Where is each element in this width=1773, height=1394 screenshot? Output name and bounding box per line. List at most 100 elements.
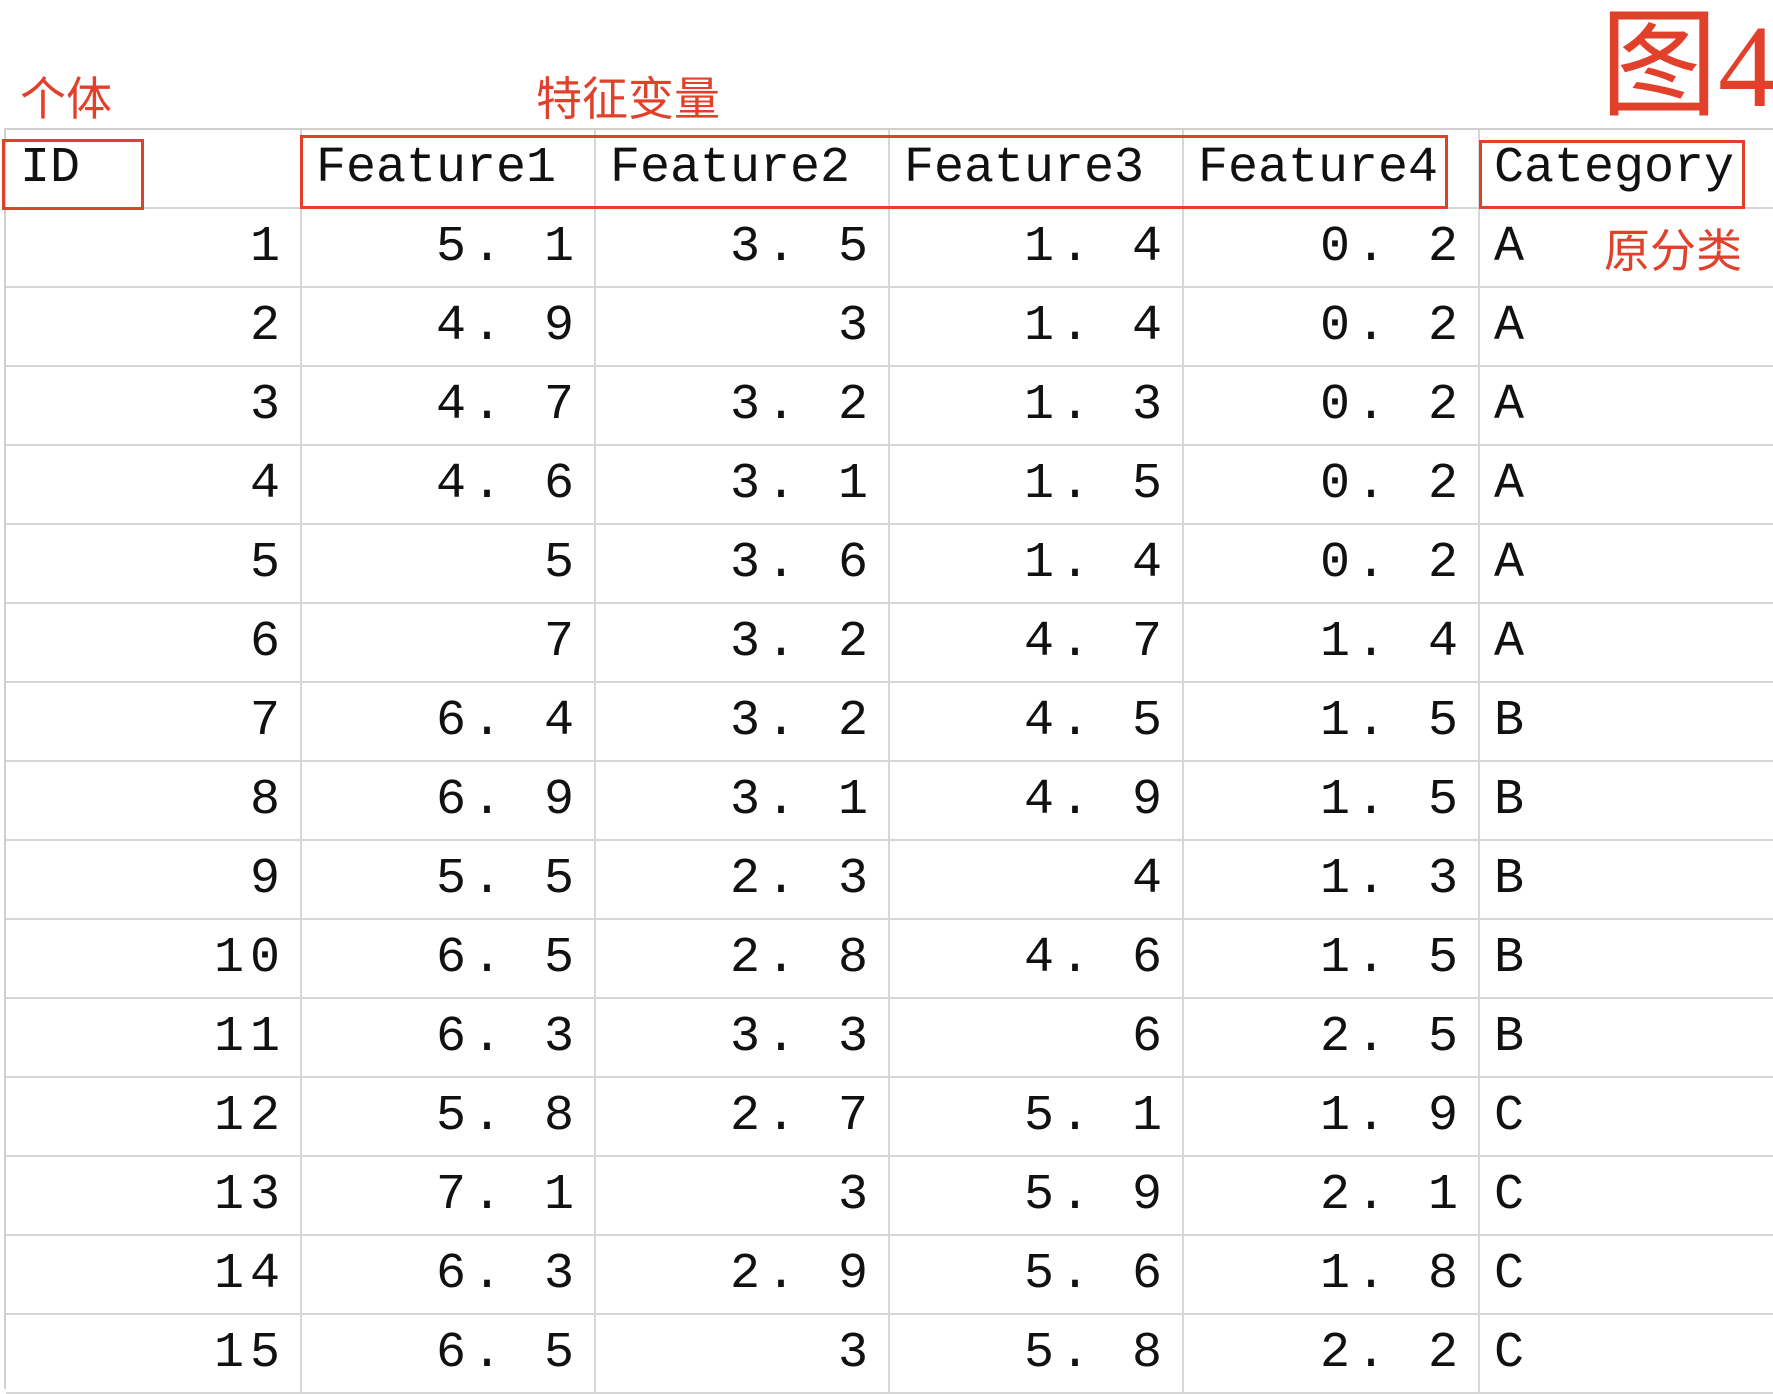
table-row: 3 4. 7 3. 2 1. 3 0. 2A [6,367,1773,446]
cell-feature2[interactable]: 3 [596,1157,890,1234]
cell-feature2[interactable]: 3. 1 [596,762,890,839]
cell-category[interactable]: B [1480,841,1773,918]
cell-id[interactable]: 4 [6,446,302,523]
cell-id[interactable]: 2 [6,288,302,365]
cell-feature2[interactable]: 2. 3 [596,841,890,918]
cell-feature2[interactable]: 2. 9 [596,1236,890,1313]
cell-feature4[interactable]: 1. 9 [1184,1078,1480,1155]
cell-feature4[interactable]: 2. 1 [1184,1157,1480,1234]
cell-feature4[interactable]: 1. 4 [1184,604,1480,681]
cell-feature1[interactable]: 6. 3 [302,1236,596,1313]
cell-feature1[interactable]: 5 [302,525,596,602]
cell-category[interactable]: A [1480,604,1773,681]
cell-category[interactable]: A [1480,446,1773,523]
table-row: 12 5. 8 2. 7 5. 1 1. 9C [6,1078,1773,1157]
table-row: 8 6. 9 3. 1 4. 9 1. 5B [6,762,1773,841]
annotation-figure-number: 图4 [1600,1,1773,132]
cell-feature4[interactable]: 1. 3 [1184,841,1480,918]
cell-id[interactable]: 6 [6,604,302,681]
cell-feature3[interactable]: 1. 4 [890,525,1184,602]
cell-feature2[interactable]: 3. 2 [596,367,890,444]
cell-id[interactable]: 12 [6,1078,302,1155]
cell-category[interactable]: A [1480,288,1773,365]
cell-feature1[interactable]: 6. 4 [302,683,596,760]
cell-id[interactable]: 1 [6,209,302,286]
table-row: 5 5 3. 6 1. 4 0. 2A [6,525,1773,604]
cell-feature3[interactable]: 4. 9 [890,762,1184,839]
cell-feature3[interactable]: 1. 4 [890,209,1184,286]
cell-feature3[interactable]: 4. 6 [890,920,1184,997]
cell-id[interactable]: 13 [6,1157,302,1234]
cell-feature3[interactable]: 5. 1 [890,1078,1184,1155]
cell-id[interactable]: 10 [6,920,302,997]
cell-category[interactable]: C [1480,1236,1773,1313]
cell-feature4[interactable]: 0. 2 [1184,288,1480,365]
table-row: 1 5. 1 3. 5 1. 4 0. 2A [6,209,1773,288]
cell-id[interactable]: 15 [6,1315,302,1392]
cell-feature4[interactable]: 0. 2 [1184,209,1480,286]
cell-feature1[interactable]: 6. 3 [302,999,596,1076]
cell-feature3[interactable]: 5. 6 [890,1236,1184,1313]
cell-category[interactable]: C [1480,1078,1773,1155]
cell-feature1[interactable]: 5. 5 [302,841,596,918]
cell-feature3[interactable]: 5. 8 [890,1315,1184,1392]
cell-feature4[interactable]: 1. 5 [1184,920,1480,997]
cell-feature1[interactable]: 5. 1 [302,209,596,286]
cell-feature1[interactable]: 4. 7 [302,367,596,444]
cell-feature1[interactable]: 7. 1 [302,1157,596,1234]
cell-category[interactable]: B [1480,762,1773,839]
cell-feature2[interactable]: 3. 5 [596,209,890,286]
cell-category[interactable]: B [1480,683,1773,760]
cell-feature2[interactable]: 2. 8 [596,920,890,997]
cell-feature1[interactable]: 5. 8 [302,1078,596,1155]
table-row: 10 6. 5 2. 8 4. 6 1. 5B [6,920,1773,999]
cell-feature1[interactable]: 4. 6 [302,446,596,523]
cell-id[interactable]: 3 [6,367,302,444]
cell-feature4[interactable]: 1. 8 [1184,1236,1480,1313]
cell-id[interactable]: 9 [6,841,302,918]
cell-id[interactable]: 11 [6,999,302,1076]
cell-feature2[interactable]: 2. 7 [596,1078,890,1155]
highlight-box-features [300,135,1448,209]
cell-feature3[interactable]: 4. 7 [890,604,1184,681]
cell-feature3[interactable]: 1. 4 [890,288,1184,365]
cell-category[interactable]: C [1480,1315,1773,1392]
cell-category[interactable]: A [1480,525,1773,602]
cell-id[interactable]: 7 [6,683,302,760]
cell-feature4[interactable]: 0. 2 [1184,446,1480,523]
cell-feature3[interactable]: 6 [890,999,1184,1076]
cell-feature1[interactable]: 6. 9 [302,762,596,839]
table-row: 4 4. 6 3. 1 1. 5 0. 2A [6,446,1773,525]
cell-category[interactable]: C [1480,1157,1773,1234]
cell-feature4[interactable]: 0. 2 [1184,367,1480,444]
cell-feature2[interactable]: 3. 1 [596,446,890,523]
cell-feature3[interactable]: 1. 3 [890,367,1184,444]
cell-feature1[interactable]: 7 [302,604,596,681]
cell-feature1[interactable]: 6. 5 [302,1315,596,1392]
cell-feature4[interactable]: 2. 5 [1184,999,1480,1076]
cell-feature4[interactable]: 1. 5 [1184,683,1480,760]
cell-feature2[interactable]: 3. 2 [596,604,890,681]
cell-feature2[interactable]: 3. 2 [596,683,890,760]
cell-category[interactable]: B [1480,999,1773,1076]
highlight-box-id [2,139,144,210]
cell-feature4[interactable]: 0. 2 [1184,525,1480,602]
cell-feature2[interactable]: 3. 3 [596,999,890,1076]
cell-feature3[interactable]: 4. 5 [890,683,1184,760]
cell-id[interactable]: 8 [6,762,302,839]
cell-feature3[interactable]: 1. 5 [890,446,1184,523]
cell-feature3[interactable]: 5. 9 [890,1157,1184,1234]
cell-feature4[interactable]: 1. 5 [1184,762,1480,839]
cell-feature3[interactable]: 4 [890,841,1184,918]
cell-id[interactable]: 14 [6,1236,302,1313]
cell-feature1[interactable]: 4. 9 [302,288,596,365]
annotation-original-category: 原分类 [1604,224,1742,278]
cell-feature4[interactable]: 2. 2 [1184,1315,1480,1392]
cell-feature2[interactable]: 3. 6 [596,525,890,602]
cell-feature2[interactable]: 3 [596,288,890,365]
cell-id[interactable]: 5 [6,525,302,602]
cell-feature2[interactable]: 3 [596,1315,890,1392]
cell-category[interactable]: A [1480,367,1773,444]
cell-feature1[interactable]: 6. 5 [302,920,596,997]
cell-category[interactable]: B [1480,920,1773,997]
